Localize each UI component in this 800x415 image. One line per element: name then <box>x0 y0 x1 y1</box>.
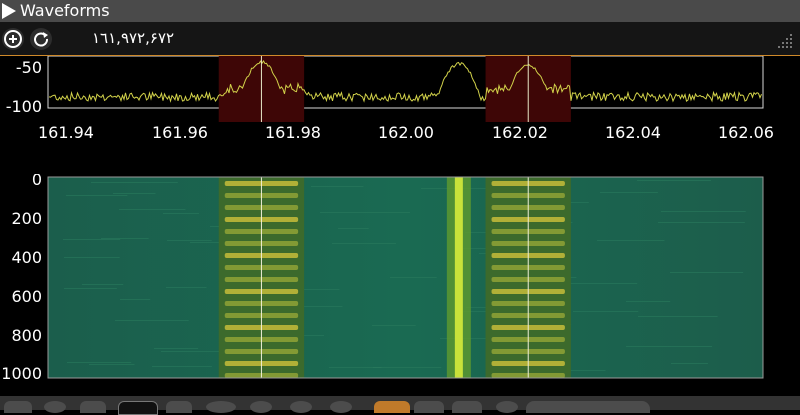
waterfall-noise <box>373 367 442 368</box>
waterfall-noise <box>372 325 416 326</box>
waterfall-noise <box>64 288 117 289</box>
waterfall-y-tick-label: 1000 <box>1 364 42 383</box>
waterfall-noise <box>63 239 121 240</box>
frequency-readout: ١٦١,٩٧٢,۶٧٢ <box>92 29 175 47</box>
waterfall-noise <box>390 277 437 278</box>
waterfall-noise <box>671 363 708 364</box>
waterfall-noise <box>573 311 639 312</box>
waterfall-noise <box>626 346 713 347</box>
waterfall-y-tick-label: 800 <box>11 326 42 345</box>
waterfall-noise <box>115 320 189 321</box>
marker-button-active[interactable] <box>374 401 410 413</box>
zoom-in-button[interactable] <box>2 28 24 50</box>
waterfall-noise <box>119 209 186 210</box>
bluetooth-icon[interactable] <box>166 401 192 413</box>
color-swatch[interactable] <box>118 401 158 415</box>
waterfall-noise <box>152 366 212 367</box>
circle-icon[interactable] <box>44 401 66 413</box>
mode-selector[interactable] <box>526 401 650 413</box>
waterfall-noise <box>167 240 212 241</box>
waterfall-plot[interactable]: 0 200 400 600 800 1000 <box>0 174 800 396</box>
spectrum-x-tick-label: 161.98 <box>265 123 321 142</box>
expand-arrow-icon[interactable] <box>2 3 16 19</box>
waterfall-noise <box>638 316 718 317</box>
waterfall-noise <box>600 192 658 193</box>
waterfall-noise <box>658 222 745 223</box>
window-title: Waveforms <box>20 1 110 20</box>
waterfall-noise <box>91 182 178 183</box>
spectrum-y-tick-label: -100 <box>6 97 42 116</box>
waterfall-noise <box>637 180 711 181</box>
waterfall-noise <box>113 193 156 194</box>
zoom-in-icon <box>4 30 22 48</box>
waterfall-noise <box>597 240 665 241</box>
waterfall-noise <box>101 238 149 239</box>
spectrum-x-tick-label: 162.06 <box>718 123 774 142</box>
bottom-toolbar <box>0 396 800 415</box>
waterfall-y-tick-label: 600 <box>11 287 42 306</box>
close-icon[interactable] <box>80 401 106 413</box>
waterfall-y-tick-label: 400 <box>11 248 42 267</box>
spectrum-plot[interactable]: -50 -100 161.94 161.96 161.98 162.00 162… <box>0 56 800 176</box>
waterfall-noise <box>163 213 199 214</box>
spectrum-x-tick-label: 162.00 <box>378 123 434 142</box>
waterfall-noise <box>64 257 120 258</box>
window-titlebar: Waveforms <box>0 0 800 23</box>
waterfall-noise <box>626 301 671 302</box>
waterfall-noise <box>166 287 207 288</box>
waterfall-noise <box>670 272 744 273</box>
waterfall-noise <box>67 362 132 363</box>
circle-icon[interactable] <box>290 401 312 413</box>
waterfall-y-tick-label: 0 <box>32 174 42 189</box>
waterfall-noise <box>66 195 128 196</box>
marker-icon[interactable] <box>414 401 444 413</box>
waterfall-y-tick-label: 200 <box>11 209 42 228</box>
waterfall-noise <box>311 186 364 187</box>
waterfall-noise <box>320 212 410 213</box>
spectrum-x-tick-label: 162.04 <box>605 123 661 142</box>
spectrum-x-tick-label: 161.96 <box>152 123 208 142</box>
waterfall-noise <box>154 348 199 349</box>
info-icon[interactable] <box>330 401 352 413</box>
toolbar: ١٦١,٩٧٢,۶٧٢ <box>0 22 800 56</box>
redo-icon <box>34 32 48 47</box>
spectrum-x-tick-label: 162.02 <box>492 123 548 142</box>
waterfall-noise <box>120 299 151 300</box>
redo-button[interactable] <box>30 28 52 50</box>
grid-icon[interactable] <box>4 401 32 413</box>
spectrum-y-tick-label: -50 <box>16 58 42 77</box>
waterfall-noise <box>82 284 124 285</box>
timer-icon[interactable] <box>206 401 236 413</box>
marker-icon[interactable] <box>452 401 482 413</box>
spectrum-x-tick-label: 161.94 <box>38 123 94 142</box>
waterfall-carrier <box>454 177 463 378</box>
resize-grip-icon[interactable] <box>776 32 794 48</box>
waterfall-noise <box>332 243 396 244</box>
circle-icon[interactable] <box>250 401 272 413</box>
info-icon[interactable] <box>496 401 518 413</box>
waterfall-noise <box>89 364 135 365</box>
waterfall-noise <box>661 211 746 212</box>
waterfall-noise <box>338 228 369 229</box>
